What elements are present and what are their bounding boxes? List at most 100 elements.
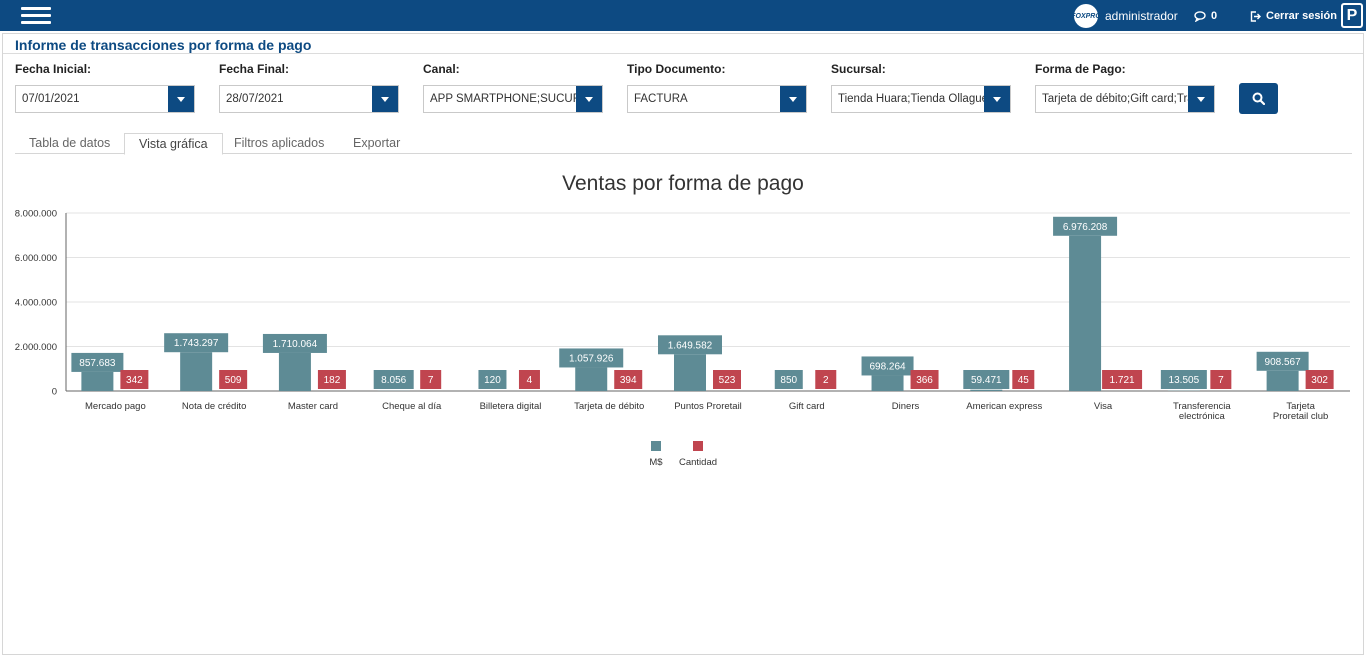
sucursal-value: Tienda Huara;Tienda Ollague; xyxy=(838,93,992,105)
bar-ms xyxy=(970,389,1003,391)
x-tick-label: Cheque al día xyxy=(382,401,442,412)
data-label-ms: 857.683 xyxy=(79,358,116,369)
filter-label: Fecha Final: xyxy=(219,62,290,76)
fecha-final-value: 28/07/2021 xyxy=(226,93,284,105)
data-label-cantidad: 342 xyxy=(126,375,143,386)
tab-vista-grafica[interactable]: Vista gráfica xyxy=(124,133,223,155)
x-tick-label: Diners xyxy=(892,401,920,412)
filter-label: Sucursal: xyxy=(831,62,886,76)
bar-chart: 0 2.000.000 4.000.000 6.000.000 8.000.000 857… xyxy=(15,209,1350,468)
data-label-cantidad: 7 xyxy=(428,375,434,386)
chevron-down-icon[interactable] xyxy=(576,86,602,112)
x-tick-label: Proretail club xyxy=(1273,411,1328,422)
y-tick-label: 0 xyxy=(52,387,57,398)
filter-sucursal: Sucursal: Tienda Huara;Tienda Ollague; xyxy=(831,62,1011,113)
data-label-cantidad: 2 xyxy=(823,375,829,386)
chevron-down-icon[interactable] xyxy=(168,86,194,112)
data-label-cantidad: 394 xyxy=(620,375,637,386)
data-label-ms: 6.976.208 xyxy=(1063,222,1108,233)
x-tick-label: Nota de crédito xyxy=(182,401,246,412)
messages-count: 0 xyxy=(1211,10,1218,22)
search-button[interactable] xyxy=(1239,83,1278,114)
data-label-ms: 1.649.582 xyxy=(668,340,713,351)
chat-icon xyxy=(1194,10,1206,22)
x-tick-label: Billetera digital xyxy=(480,401,542,412)
username[interactable]: administrador xyxy=(1105,9,1178,23)
legend-label-cantidad: Cantidad xyxy=(679,457,717,468)
filter-label: Tipo Documento: xyxy=(627,62,726,76)
chevron-down-icon[interactable] xyxy=(780,86,806,112)
top-bar: FOXPRO administrador 0 Cerrar sesión P xyxy=(0,0,1366,31)
logout-button[interactable]: Cerrar sesión xyxy=(1250,10,1337,22)
tipo-documento-select[interactable]: FACTURA xyxy=(627,85,807,113)
x-tick-label: Visa xyxy=(1094,401,1113,412)
filter-tipo-documento: Tipo Documento: FACTURA xyxy=(627,62,807,113)
data-label-cantidad: 1.721 xyxy=(1110,375,1135,386)
brand-logo: P xyxy=(1341,3,1363,28)
bar-ms xyxy=(180,352,213,391)
tipo-documento-value: FACTURA xyxy=(634,93,688,105)
data-label-ms: 698.264 xyxy=(869,361,906,372)
data-label-cantidad: 302 xyxy=(1311,375,1328,386)
x-tick-label: electrónica xyxy=(1179,411,1226,422)
fecha-inicial-value: 07/01/2021 xyxy=(22,93,80,105)
data-label-cantidad: 45 xyxy=(1018,375,1030,386)
bar-ms xyxy=(278,352,311,391)
filter-canal: Canal: APP SMARTPHONE;SUCURSAL xyxy=(423,62,603,113)
filter-label: Forma de Pago: xyxy=(1035,62,1126,76)
data-label-ms: 13.505 xyxy=(1169,375,1200,386)
filter-label: Fecha Inicial: xyxy=(15,62,92,76)
view-tabs: Tabla de datos Vista gráfica Filtros apl… xyxy=(15,133,1352,155)
data-label-cantidad: 523 xyxy=(719,375,736,386)
legend-swatch-cantidad xyxy=(693,441,703,451)
data-label-cantidad: 509 xyxy=(225,375,242,386)
data-label-ms: 8.056 xyxy=(381,375,406,386)
chevron-down-icon[interactable] xyxy=(1188,86,1214,112)
messages-button[interactable]: 0 xyxy=(1194,10,1217,22)
x-tick-label: Gift card xyxy=(789,401,825,412)
page-title: Informe de transacciones por forma de pa… xyxy=(15,37,312,53)
divider xyxy=(3,53,1363,54)
data-label-ms: 120 xyxy=(484,375,501,386)
legend-swatch-ms xyxy=(651,441,661,451)
data-label-cantidad: 4 xyxy=(527,375,533,386)
bar-ms xyxy=(81,371,114,391)
data-label-cantidad: 7 xyxy=(1218,375,1224,386)
bar-ms xyxy=(575,367,608,391)
bar-ms xyxy=(1069,235,1102,391)
fecha-inicial-input[interactable]: 07/01/2021 xyxy=(15,85,195,113)
sucursal-select[interactable]: Tienda Huara;Tienda Ollague; xyxy=(831,85,1011,113)
data-label-ms: 59.471 xyxy=(971,375,1002,386)
x-tick-label: American express xyxy=(966,401,1042,412)
tab-filtros-aplicados[interactable]: Filtros aplicados xyxy=(220,133,338,154)
filter-forma-de-pago: Forma de Pago: Tarjeta de débito;Gift ca… xyxy=(1035,62,1215,113)
data-label-cantidad: 366 xyxy=(916,375,933,386)
y-tick-label: 4.000.000 xyxy=(15,298,57,309)
avatar[interactable]: FOXPRO xyxy=(1071,4,1101,28)
filter-label: Canal: xyxy=(423,62,460,76)
y-tick-label: 8.000.000 xyxy=(15,209,57,220)
data-label-ms: 1.710.064 xyxy=(273,339,318,350)
bar-ms xyxy=(871,375,904,391)
bar-ms xyxy=(674,354,706,391)
x-tick-label: Tarjeta de débito xyxy=(574,401,644,412)
search-icon xyxy=(1252,92,1265,105)
y-tick-label: 2.000.000 xyxy=(15,342,57,353)
data-label-ms: 908.567 xyxy=(1265,357,1302,368)
x-tick-label: Puntos Proretail xyxy=(674,401,742,412)
canal-select[interactable]: APP SMARTPHONE;SUCURSAL xyxy=(423,85,603,113)
y-tick-label: 6.000.000 xyxy=(15,253,57,264)
menu-icon[interactable] xyxy=(21,7,51,24)
data-label-ms: 850 xyxy=(780,375,797,386)
x-tick-label: Mercado pago xyxy=(85,401,146,412)
chevron-down-icon[interactable] xyxy=(372,86,398,112)
chevron-down-icon[interactable] xyxy=(984,86,1010,112)
fecha-final-input[interactable]: 28/07/2021 xyxy=(219,85,399,113)
bar-ms xyxy=(1266,370,1299,391)
filter-fecha-final: Fecha Final: 28/07/2021 xyxy=(219,62,399,113)
logout-label: Cerrar sesión xyxy=(1266,10,1337,22)
forma-de-pago-select[interactable]: Tarjeta de débito;Gift card;Transferenci… xyxy=(1035,85,1215,113)
data-label-ms: 1.743.297 xyxy=(174,338,219,349)
tab-exportar[interactable]: Exportar xyxy=(339,133,414,154)
tab-tabla-de-datos[interactable]: Tabla de datos xyxy=(15,133,124,154)
